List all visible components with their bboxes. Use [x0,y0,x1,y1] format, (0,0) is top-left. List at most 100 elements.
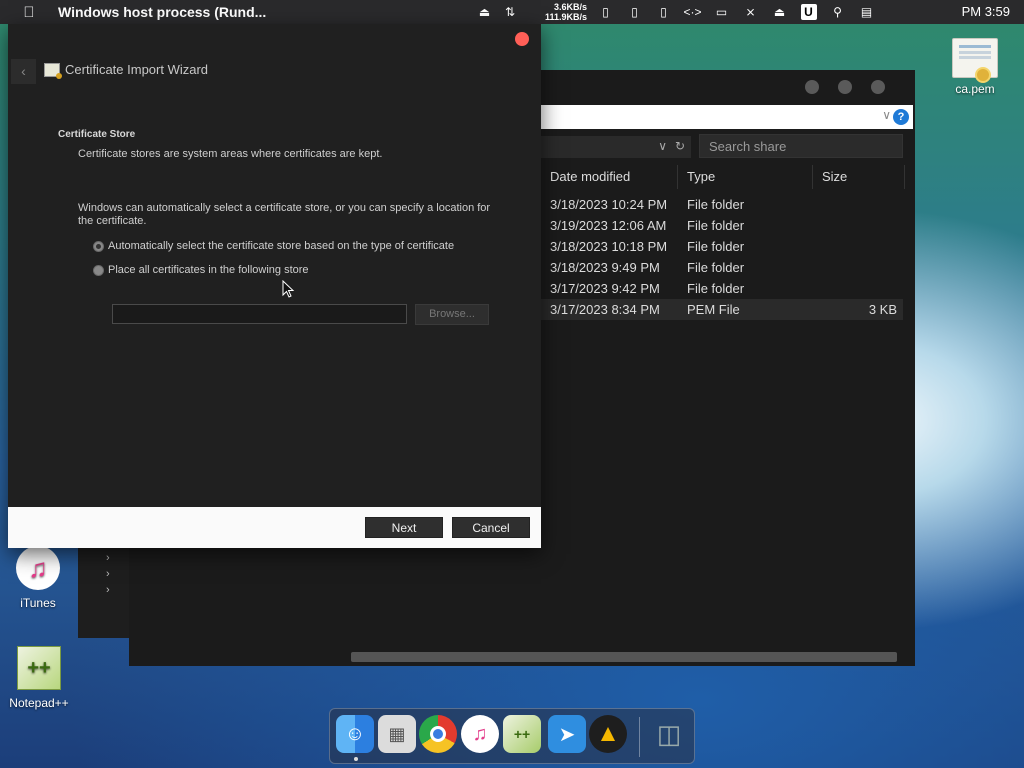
window-zoom-button[interactable] [838,80,852,94]
cell-size: 3 KB [868,302,897,317]
code-icon[interactable]: <·> [678,0,707,24]
phone-memory-icon[interactable]: ▯ [620,0,649,24]
migration-icon[interactable]: ➤ [548,715,586,753]
itunes-icon[interactable]: ♫ [461,715,499,753]
certificate-icon [44,62,62,79]
radio-label: Place all certificates in the following … [108,264,309,276]
eject-icon[interactable]: ⏏ [765,0,794,24]
column-header: Date modified Type Size [541,165,905,189]
cell-date: 3/18/2023 10:18 PM [550,239,668,254]
back-arrow-icon[interactable]: ‹ [11,59,36,84]
cell-type: PEM File [687,302,740,317]
horizontal-scrollbar[interactable] [351,652,897,662]
address-bar[interactable]: ∨ ? [541,105,913,129]
launchpad-icon[interactable]: ▦ [378,715,416,753]
active-app-title[interactable]: Windows host process (Rund... [58,4,266,20]
desktop-icon-label: ca.pem [955,82,995,96]
dock: ☺ ▦ ♫ ++ ➤ ▲ ◫ [329,708,695,764]
cell-type: File folder [687,281,745,296]
close-button[interactable] [515,32,529,46]
phone-icon[interactable]: ▯ [591,0,620,24]
notepad-plus-plus-icon: ++ [17,646,61,690]
cell-type: File folder [687,239,745,254]
apple-menu-icon[interactable]:  [0,4,58,21]
mouse-cursor-icon [282,280,295,298]
file-row[interactable]: 3/18/2023 10:24 PM File folder [541,194,903,215]
help-icon[interactable]: ? [893,109,909,125]
u-app-icon[interactable]: U [794,0,823,24]
itunes-icon: ♫ [16,546,60,590]
section-title: Certificate Store [58,129,136,140]
column-size[interactable]: Size [813,165,905,189]
desktop-icon-ca-pem[interactable]: ca.pem [946,38,1004,96]
section-description: Certificate stores are system areas wher… [78,148,383,160]
cell-date: 3/17/2023 8:34 PM [550,302,660,317]
next-button[interactable]: Next [365,517,443,538]
desktop-icon-label: iTunes [20,596,56,610]
certificate-store-field[interactable] [112,304,407,324]
eject-circle-icon[interactable]: ⏏ [470,0,499,24]
cell-type: File folder [687,218,745,233]
finder-icon[interactable]: ☺ [336,715,374,753]
intro-text: Windows can automatically select a certi… [78,202,491,227]
path-dropdown[interactable]: ∨ ↻ [541,136,691,158]
cell-date: 3/19/2023 12:06 AM [550,218,667,233]
phone-battery-icon[interactable]: ▯ [649,0,678,24]
cell-type: File folder [687,260,745,275]
chevron-down-icon[interactable]: ∨ [658,139,667,153]
u-badge: U [800,4,817,20]
cell-date: 3/18/2023 9:49 PM [550,260,660,275]
menu-bar:  Windows host process (Rund... ⏏ ⇅ 3.6K… [0,0,1024,24]
running-indicator [354,757,358,761]
cell-date: 3/17/2023 9:42 PM [550,281,660,296]
file-row[interactable]: 3/17/2023 9:42 PM File folder [541,278,903,299]
column-date-modified[interactable]: Date modified [541,165,678,189]
file-row[interactable]: 3/18/2023 9:49 PM File folder [541,257,903,278]
cell-type: File folder [687,197,745,212]
radio-button-checked[interactable] [93,240,104,252]
file-row[interactable]: 3/18/2023 10:18 PM File folder [541,236,903,257]
clock[interactable]: PM 3:59 [962,0,1010,24]
desktop-icon-label: Notepad++ [9,696,69,710]
radio-auto-select[interactable]: Automatically select the certificate sto… [93,240,454,252]
tree-expand-icon[interactable]: › [106,568,110,580]
certificate-file-icon [952,38,998,83]
window-minimize-button[interactable] [805,80,819,94]
wizard-title: Certificate Import Wizard [65,62,209,77]
wizard-footer: Next Cancel [8,507,541,548]
wizard-header: Certificate Import Wizard [44,62,209,79]
search-icon[interactable]: ⚲ [823,0,852,24]
cancel-button[interactable]: Cancel [452,517,530,538]
mute-icon[interactable]: ⨯ [736,0,765,24]
file-row[interactable]: 3/19/2023 12:06 AM File folder [541,215,903,236]
notepad-plus-plus-icon[interactable]: ++ [503,715,541,753]
file-row-selected[interactable]: 3/17/2023 8:34 PM PEM File 3 KB [541,299,903,320]
status-icons: ⏏ ⇅ 3.6KB/s 111.9KB/s ▯ ▯ ▯ <·> ▭ ⨯ ⏏ U … [470,0,881,24]
upload-speed: 3.6KB/s [553,2,587,12]
dock-separator [639,717,640,757]
trash-icon[interactable]: ◫ [650,715,688,753]
desktop-icon-notepad-plus-plus[interactable]: ++ Notepad++ [4,646,74,710]
cell-date: 3/18/2023 10:24 PM [550,197,668,212]
tree-expand-icon[interactable]: › [106,584,110,596]
refresh-icon[interactable]: ↻ [675,139,685,153]
file-list: 3/18/2023 10:24 PM File folder 3/19/2023… [541,194,903,320]
chevron-down-icon[interactable]: ∨ [882,108,891,122]
radio-button[interactable] [93,264,104,276]
radio-place-in-store[interactable]: Place all certificates in the following … [93,264,309,276]
certificate-import-wizard: ‹ Certificate Import Wizard Certificate … [8,24,541,548]
arrows-icon[interactable]: ⇅ [499,0,521,24]
control-center-icon[interactable]: ▤ [852,0,881,24]
radio-label: Automatically select the certificate sto… [108,240,455,252]
search-input[interactable]: Search share [699,134,903,158]
tree-expand-icon[interactable]: › [106,552,110,564]
network-speed[interactable]: 3.6KB/s 111.9KB/s [521,2,591,22]
display-icon[interactable]: ▭ [707,0,736,24]
column-type[interactable]: Type [678,165,813,189]
download-speed: 111.9KB/s [544,12,587,22]
browse-button[interactable]: Browse... [415,304,489,325]
chrome-icon[interactable] [419,715,457,753]
vpn-icon[interactable]: ▲ [589,715,627,753]
window-close-button[interactable] [871,80,885,94]
desktop-icon-itunes[interactable]: ♫ iTunes [8,546,68,610]
